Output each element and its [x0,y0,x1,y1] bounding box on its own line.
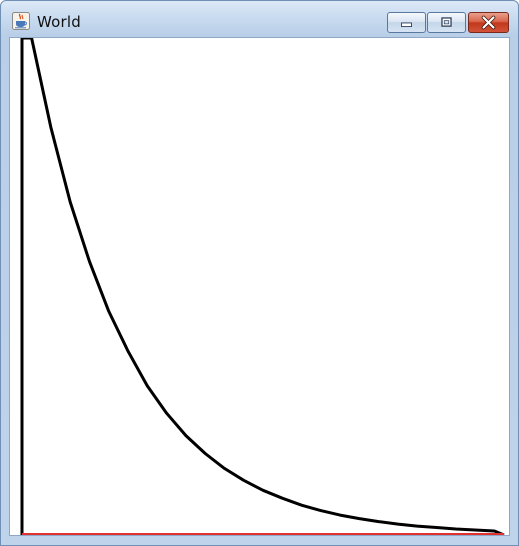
java-coffee-cup-icon[interactable] [12,12,30,30]
close-icon [481,15,496,30]
window-title: World [37,13,81,31]
plot-area [20,38,505,535]
close-button[interactable] [468,12,509,33]
maximize-button[interactable] [427,12,466,33]
minimize-button[interactable] [387,12,426,33]
minimize-icon [401,22,412,28]
curve-series-line [20,38,505,535]
title-bar[interactable]: World [1,1,518,37]
drawing-canvas[interactable] [9,37,510,536]
app-window: World [0,0,519,546]
maximize-icon [441,17,452,27]
